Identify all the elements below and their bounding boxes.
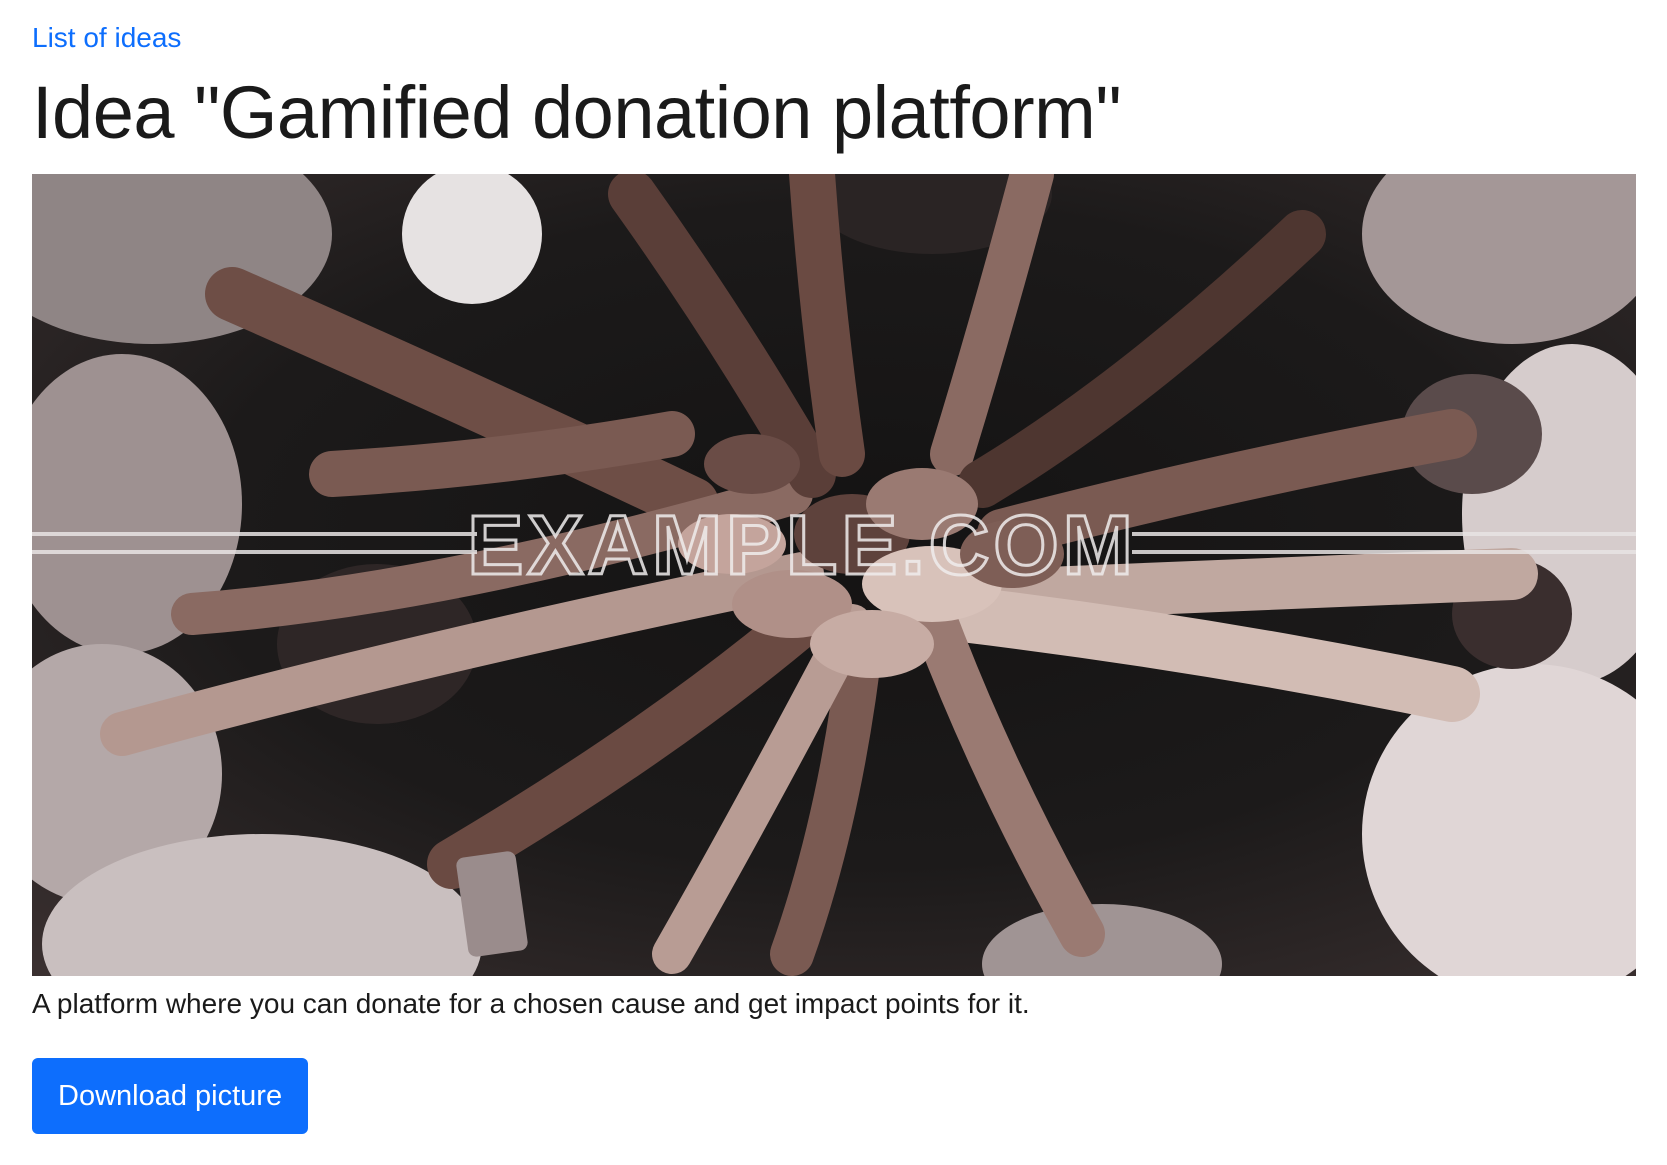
download-picture-button[interactable]: Download picture <box>32 1058 309 1134</box>
svg-text:EXAMPLE.COM: EXAMPLE.COM <box>467 498 1136 592</box>
page-title: Idea "Gamified donation platform" <box>32 71 1122 154</box>
idea-description: A platform where you can donate for a ch… <box>32 988 1030 1019</box>
idea-picture: EXAMPLE.COM <box>32 174 1636 976</box>
list-of-ideas-link[interactable]: List of ideas <box>32 20 181 56</box>
